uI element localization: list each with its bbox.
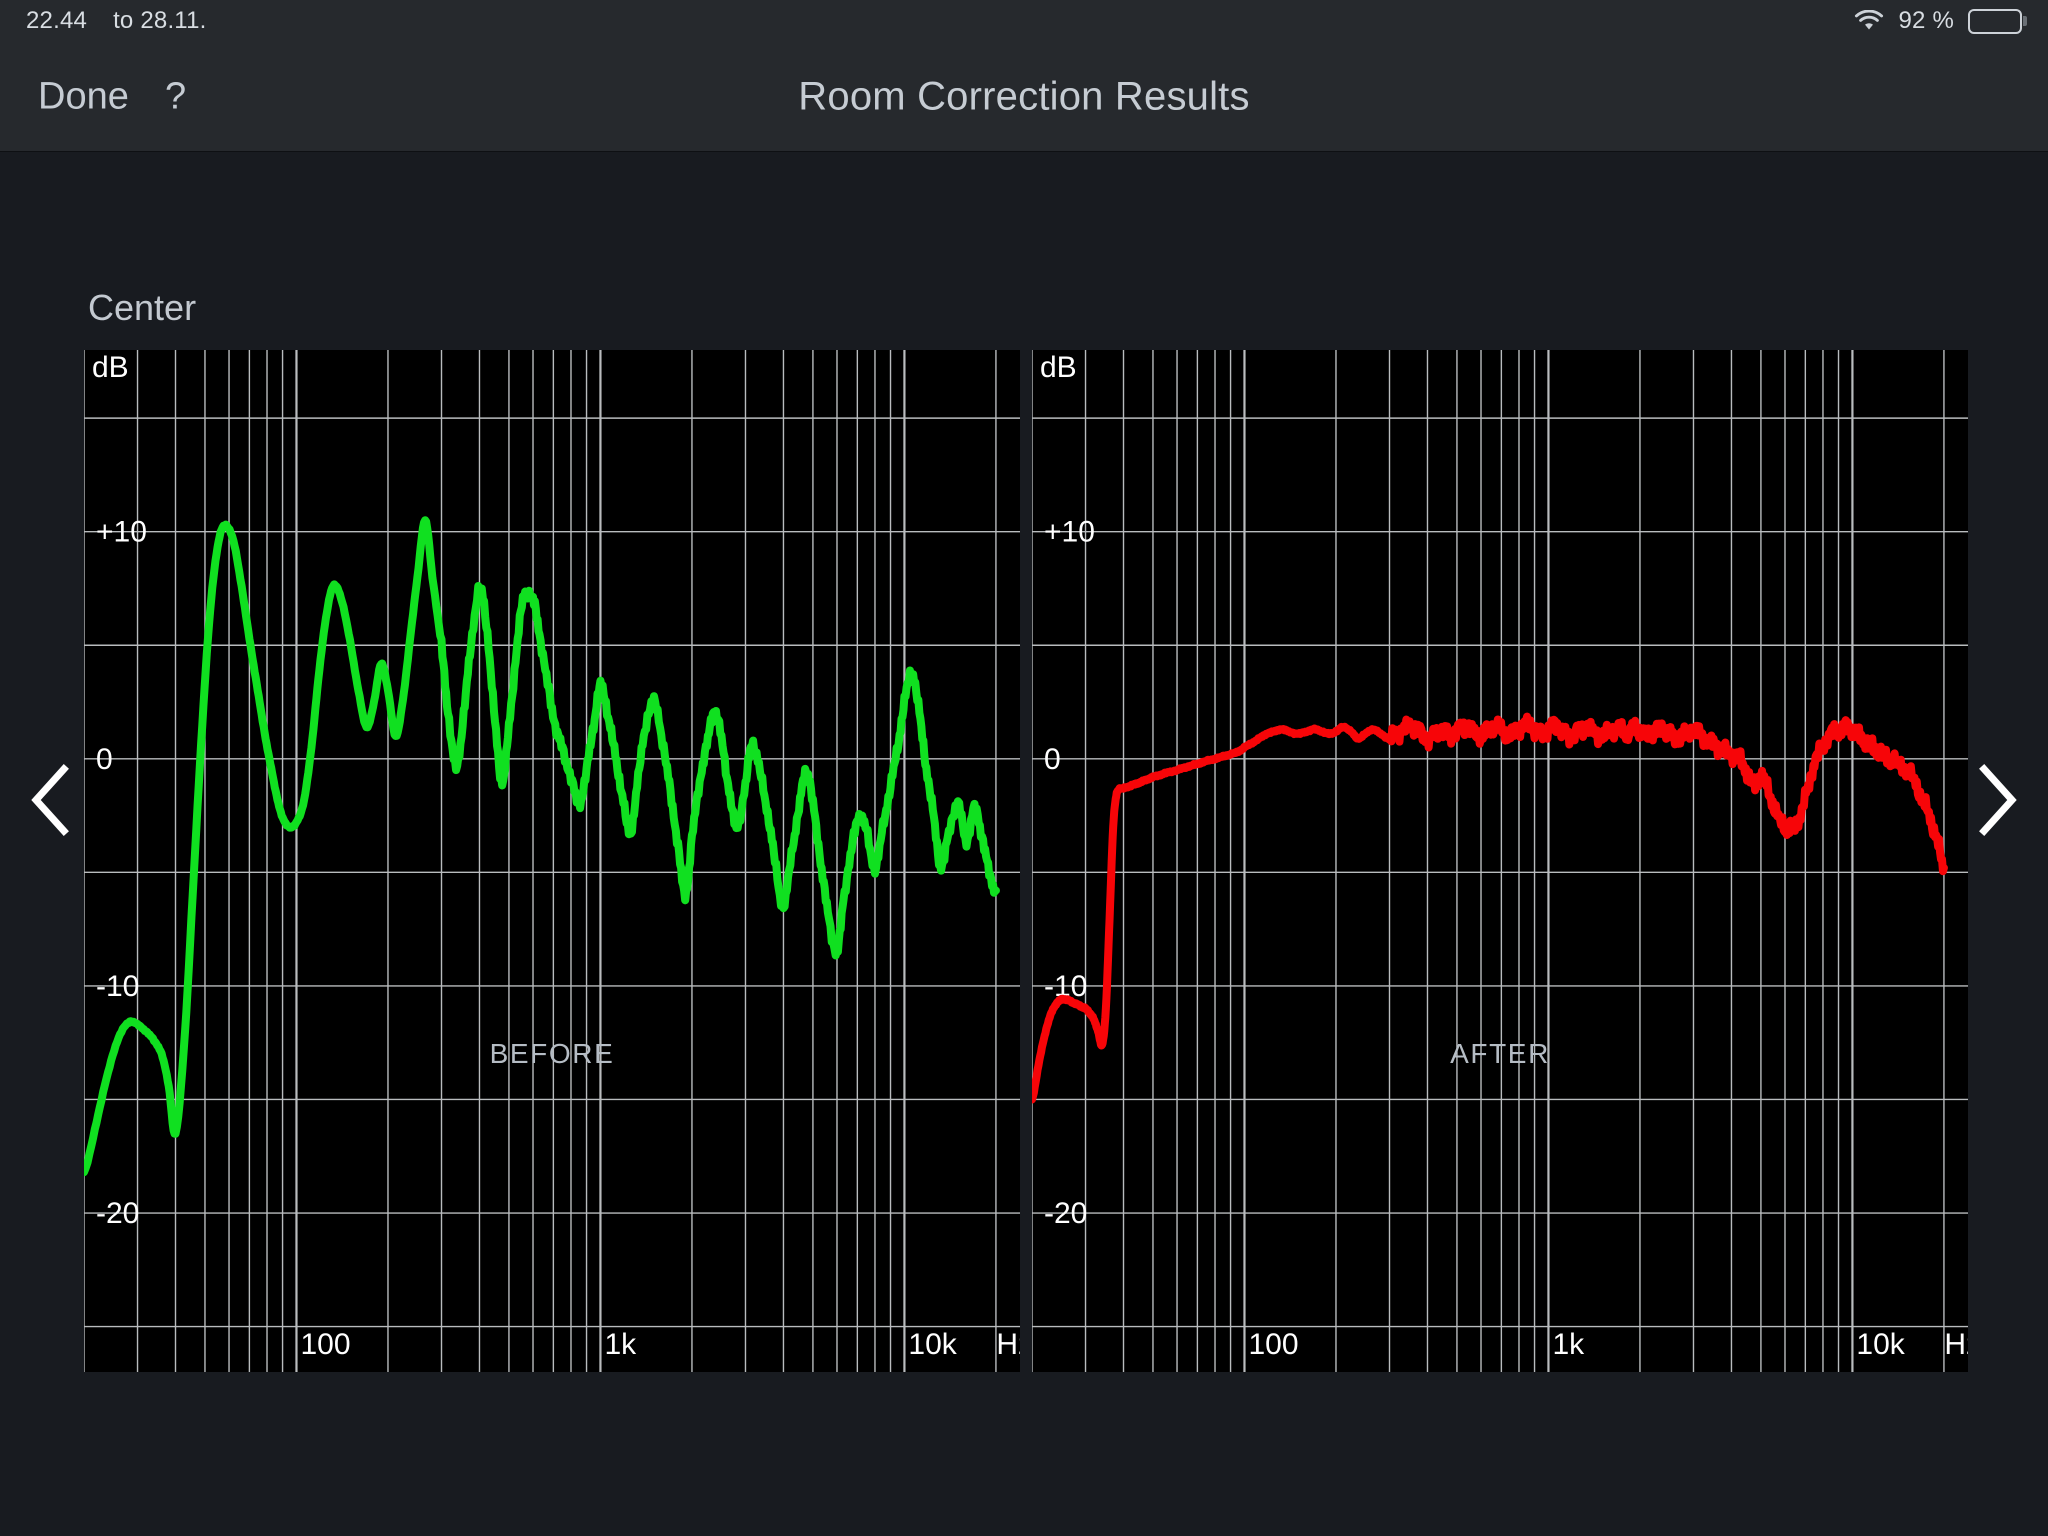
battery-icon (1968, 9, 2022, 34)
chevron-left-icon[interactable] (22, 761, 80, 839)
chart-svg-before: +10 0 -10 -20 100 1k 10k Hz (84, 350, 1020, 1372)
svg-text:-20: -20 (96, 1197, 139, 1230)
navigation-bar: Done ? Room Correction Results (0, 42, 2048, 152)
svg-text:1k: 1k (1552, 1328, 1585, 1361)
svg-text:Hz: Hz (996, 1328, 1020, 1361)
svg-text:100: 100 (1248, 1328, 1298, 1361)
svg-text:1k: 1k (604, 1328, 637, 1361)
status-bar-right: 92 % (1854, 7, 2022, 35)
svg-text:0: 0 (96, 743, 113, 776)
caption-before: BEFORE (84, 1038, 1020, 1070)
status-bar-left: 22.44 to 28.11. (26, 7, 207, 35)
svg-text:100: 100 (300, 1328, 350, 1361)
caption-after: AFTER (1032, 1038, 1968, 1070)
page-title: Room Correction Results (0, 75, 2048, 120)
svg-text:10k: 10k (908, 1328, 957, 1361)
svg-text:-20: -20 (1044, 1197, 1087, 1230)
chart-svg-after: +100-10-201001k10kHz (1032, 350, 1968, 1372)
svg-text:10k: 10k (1856, 1328, 1905, 1361)
wifi-icon (1854, 10, 1884, 32)
chart-after[interactable]: +100-10-201001k10kHz dB (1032, 350, 1968, 1372)
status-bar: 22.44 to 28.11. 92 % (0, 0, 2048, 42)
chart-before[interactable]: +100-10-201001k10kHz dB (84, 350, 1020, 1372)
status-time: 22.44 (26, 7, 87, 35)
channel-label: Center (88, 287, 196, 329)
svg-text:-10: -10 (96, 970, 139, 1003)
status-date: to 28.11. (113, 7, 206, 35)
svg-text:0: 0 (1044, 743, 1061, 776)
battery-percent-label: 92 % (1898, 7, 1954, 35)
svg-text:+10: +10 (1044, 516, 1095, 549)
svg-text:Hz: Hz (1944, 1328, 1968, 1361)
svg-text:+10: +10 (96, 516, 147, 549)
chevron-right-icon[interactable] (1968, 761, 2026, 839)
